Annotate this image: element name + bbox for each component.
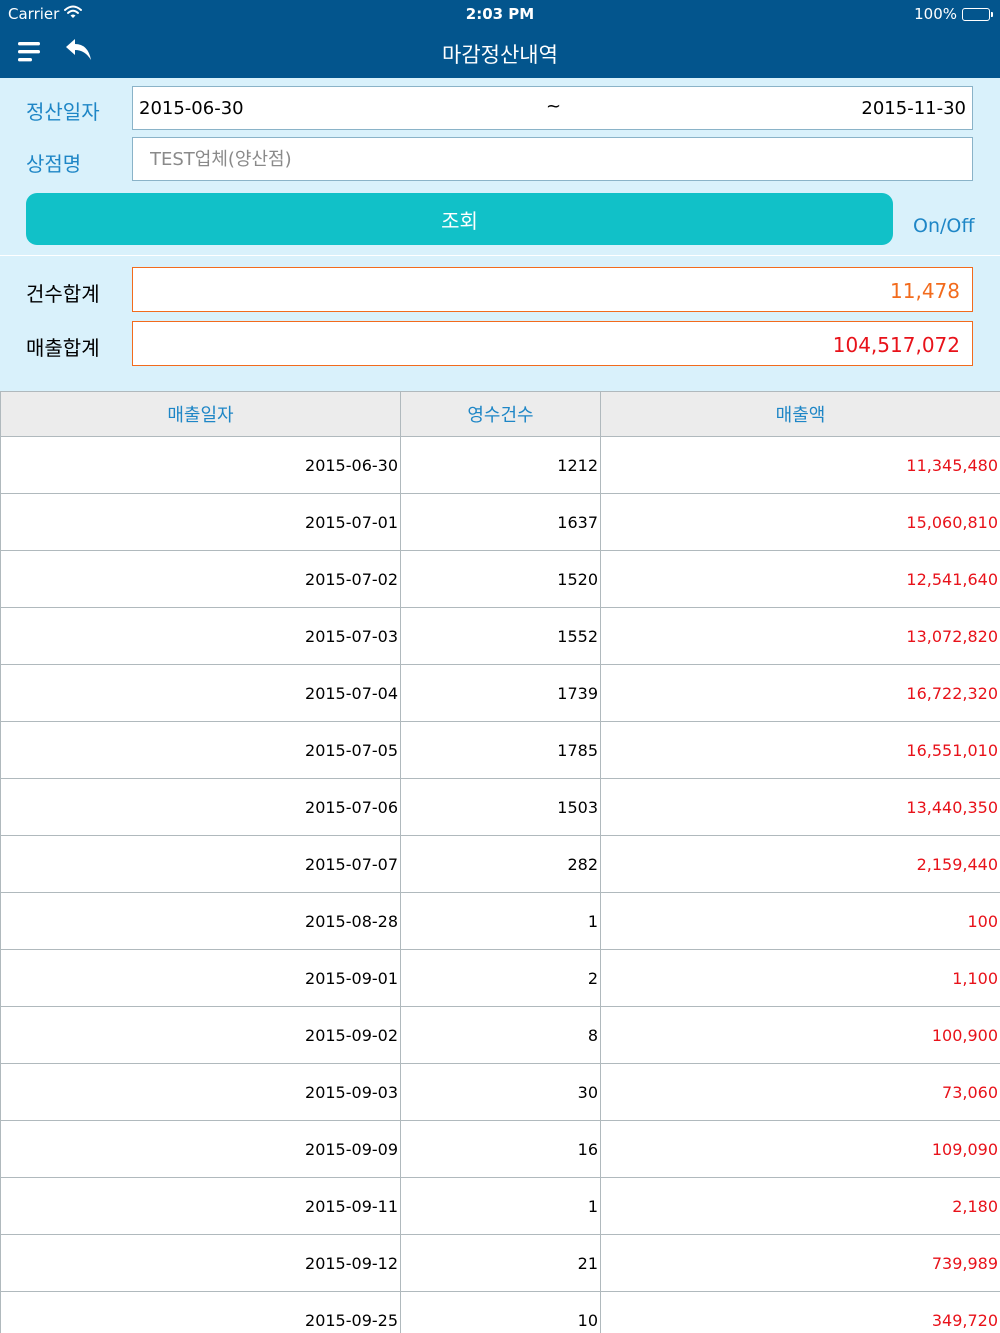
sales-date-cell: 2015-09-03	[0, 1063, 401, 1121]
sales-amount-cell: 2,180	[600, 1177, 1000, 1235]
count-total-value: 11,478	[132, 267, 973, 312]
table-header-row: 매출일자 영수건수 매출액	[0, 391, 1000, 437]
sales-table: 매출일자 영수건수 매출액 2015-06-30 1212 11,345,480 20…	[0, 391, 1000, 1333]
sales-date-cell: 2015-07-03	[0, 607, 401, 665]
sales-date-cell: 2015-07-04	[0, 664, 401, 722]
sales-amount-cell: 15,060,810	[600, 493, 1000, 551]
page-title: 마감정산내역	[442, 43, 558, 67]
receipt-count-cell: 1	[400, 1177, 601, 1235]
receipt-count-cell: 21	[400, 1234, 601, 1292]
sales-date-cell: 2015-07-06	[0, 778, 401, 836]
receipt-count-cell: 282	[400, 835, 601, 893]
sales-amount-cell: 11,345,480	[600, 436, 1000, 494]
sales-amount-cell: 100	[600, 892, 1000, 950]
sales-total-label: 매출합계	[26, 336, 100, 360]
date-separator: ~	[546, 96, 562, 117]
toggle-link[interactable]: On/Off	[913, 215, 974, 237]
receipt-count-cell: 1739	[400, 664, 601, 722]
app-header: Carrier 2:03 PM 100% 마감정산내역	[0, 0, 1000, 78]
table-row[interactable]: 2015-07-07 282 2,159,440	[0, 835, 1000, 893]
receipt-count-cell: 8	[400, 1006, 601, 1064]
store-name-input[interactable]	[133, 138, 972, 180]
table-row[interactable]: 2015-07-01 1637 15,060,810	[0, 493, 1000, 551]
table-row[interactable]: 2015-09-03 30 73,060	[0, 1063, 1000, 1121]
sales-date-cell: 2015-09-25	[0, 1291, 401, 1333]
table-row[interactable]: 2015-09-12 21 739,989	[0, 1234, 1000, 1292]
sales-date-cell: 2015-07-01	[0, 493, 401, 551]
sales-amount-cell: 73,060	[600, 1063, 1000, 1121]
date-range-label: 정산일자	[26, 100, 100, 124]
receipt-count-cell: 16	[400, 1120, 601, 1178]
receipt-count-cell: 1	[400, 892, 601, 950]
summary-panel: 건수합계 11,478 매출합계 104,517,072	[0, 256, 1000, 391]
receipt-count-cell: 2	[400, 949, 601, 1007]
receipt-count-cell: 1503	[400, 778, 601, 836]
receipt-count-cell: 1212	[400, 436, 601, 494]
receipt-count-cell: 1785	[400, 721, 601, 779]
table-row[interactable]: 2015-07-04 1739 16,722,320	[0, 664, 1000, 722]
sales-amount-cell: 109,090	[600, 1120, 1000, 1178]
table-row[interactable]: 2015-09-11 1 2,180	[0, 1177, 1000, 1235]
table-row[interactable]: 2015-09-25 10 349,720	[0, 1291, 1000, 1333]
store-name-label: 상점명	[26, 152, 82, 176]
store-name-field[interactable]	[132, 137, 973, 181]
sales-date-cell: 2015-09-01	[0, 949, 401, 1007]
column-header-date: 매출일자	[0, 391, 401, 437]
sales-amount-cell: 100,900	[600, 1006, 1000, 1064]
table-row[interactable]: 2015-07-06 1503 13,440,350	[0, 778, 1000, 836]
sales-amount-cell: 16,722,320	[600, 664, 1000, 722]
battery-icon	[962, 7, 993, 21]
sales-date-cell: 2015-08-28	[0, 892, 401, 950]
table-row[interactable]: 2015-07-02 1520 12,541,640	[0, 550, 1000, 608]
sales-amount-cell: 2,159,440	[600, 835, 1000, 893]
table-row[interactable]: 2015-07-03 1552 13,072,820	[0, 607, 1000, 665]
sales-date-cell: 2015-06-30	[0, 436, 401, 494]
table-row[interactable]: 2015-09-09 16 109,090	[0, 1120, 1000, 1178]
search-button[interactable]: 조회	[26, 193, 893, 245]
receipt-count-cell: 1637	[400, 493, 601, 551]
filter-panel: 정산일자 2015-06-30 ~ 2015-11-30 상점명 조회 On/O…	[0, 78, 1000, 255]
battery-status: 100%	[914, 5, 993, 23]
battery-percent: 100%	[914, 5, 957, 23]
table-row[interactable]: 2015-09-02 8 100,900	[0, 1006, 1000, 1064]
receipt-count-cell: 10	[400, 1291, 601, 1333]
sales-amount-cell: 739,989	[600, 1234, 1000, 1292]
sales-amount-cell: 13,440,350	[600, 778, 1000, 836]
sales-date-cell: 2015-07-02	[0, 550, 401, 608]
table-row[interactable]: 2015-06-30 1212 11,345,480	[0, 436, 1000, 494]
count-total-label: 건수합계	[26, 282, 100, 306]
table-row[interactable]: 2015-08-28 1 100	[0, 892, 1000, 950]
sales-table-container[interactable]: 매출일자 영수건수 매출액 2015-06-30 1212 11,345,480 20…	[0, 391, 1000, 1333]
sales-amount-cell: 349,720	[600, 1291, 1000, 1333]
column-header-count: 영수건수	[400, 391, 601, 437]
sales-date-cell: 2015-07-05	[0, 721, 401, 779]
date-range-field[interactable]: 2015-06-30 ~ 2015-11-30	[132, 86, 973, 130]
sales-date-cell: 2015-09-09	[0, 1120, 401, 1178]
sales-date-cell: 2015-09-11	[0, 1177, 401, 1235]
receipt-count-cell: 30	[400, 1063, 601, 1121]
status-time: 2:03 PM	[465, 5, 535, 23]
column-header-amount: 매출액	[600, 391, 1000, 437]
sales-amount-cell: 1,100	[600, 949, 1000, 1007]
status-bar: Carrier 2:03 PM 100%	[0, 0, 1000, 28]
end-date[interactable]: 2015-11-30	[861, 98, 966, 119]
table-row[interactable]: 2015-07-05 1785 16,551,010	[0, 721, 1000, 779]
sales-amount-cell: 16,551,010	[600, 721, 1000, 779]
sales-amount-cell: 13,072,820	[600, 607, 1000, 665]
receipt-count-cell: 1520	[400, 550, 601, 608]
sales-total-value: 104,517,072	[132, 321, 973, 366]
table-row[interactable]: 2015-09-01 2 1,100	[0, 949, 1000, 1007]
receipt-count-cell: 1552	[400, 607, 601, 665]
sales-date-cell: 2015-09-02	[0, 1006, 401, 1064]
sales-date-cell: 2015-09-12	[0, 1234, 401, 1292]
sales-date-cell: 2015-07-07	[0, 835, 401, 893]
start-date[interactable]: 2015-06-30	[139, 98, 244, 119]
sales-amount-cell: 12,541,640	[600, 550, 1000, 608]
